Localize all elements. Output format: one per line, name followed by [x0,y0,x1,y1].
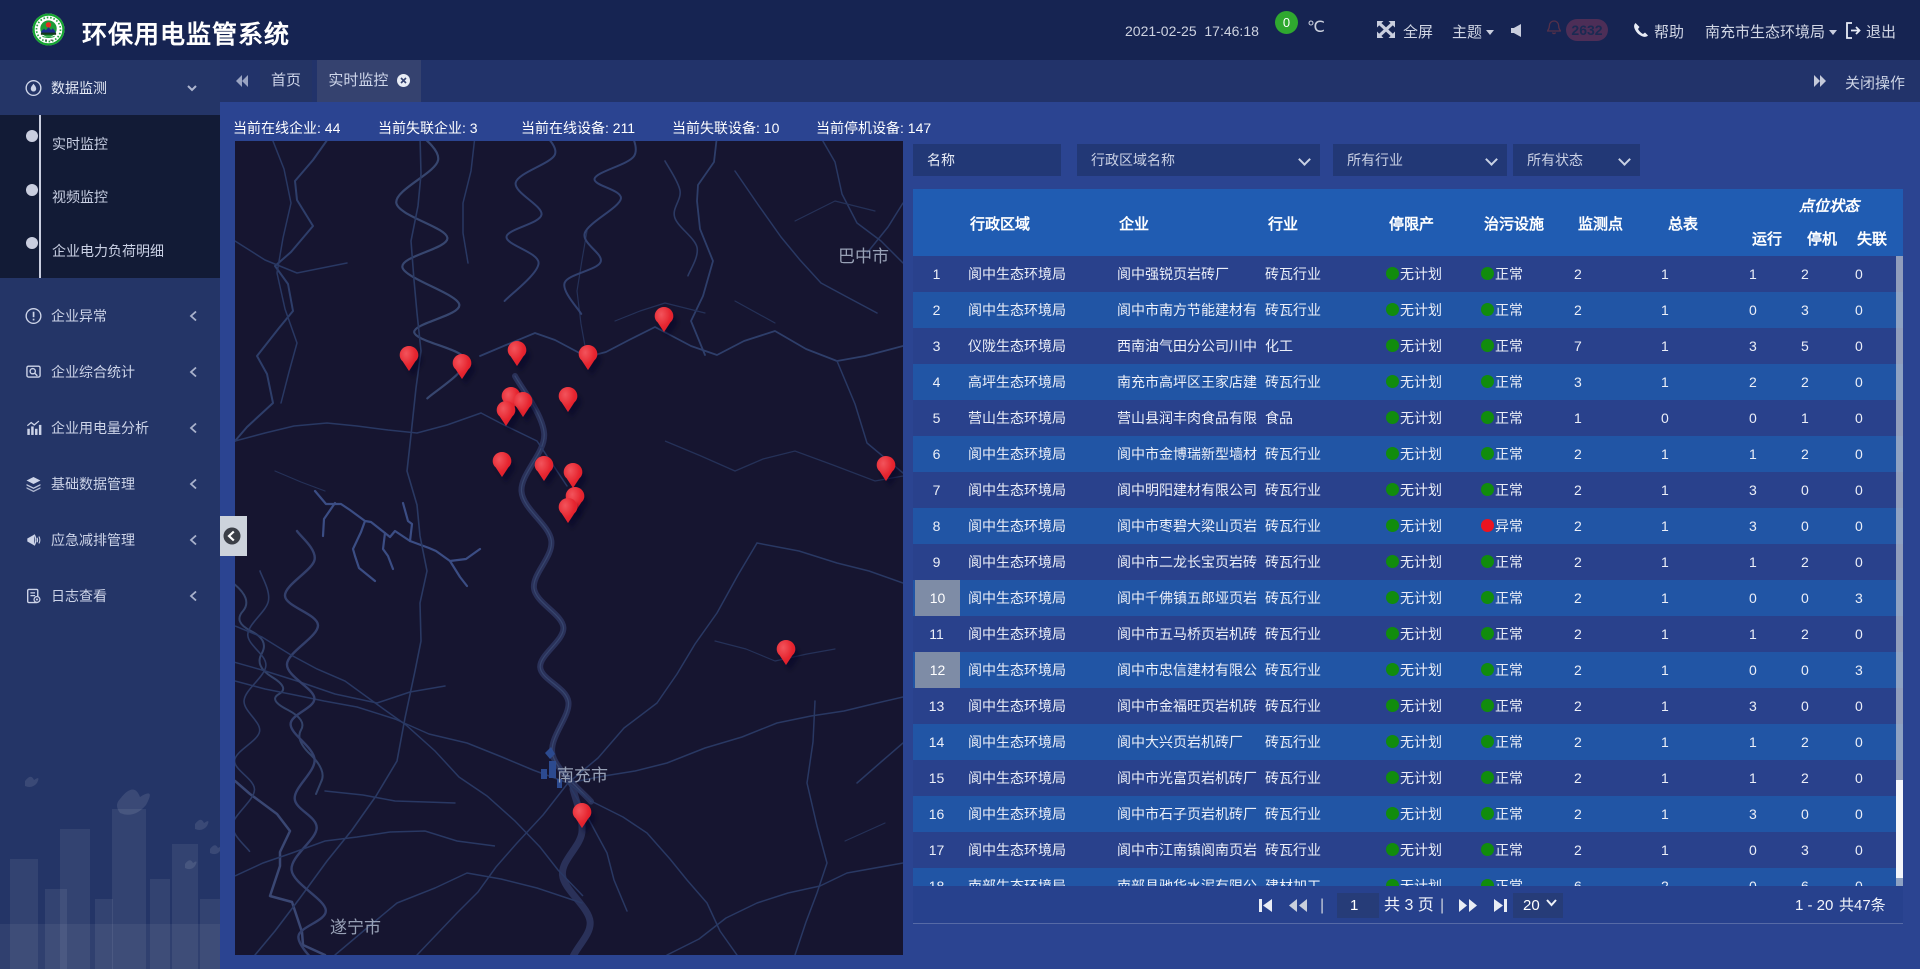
svg-text:南充市: 南充市 [557,766,608,785]
svg-text:巴中市: 巴中市 [838,247,889,266]
svg-text:遂宁市: 遂宁市 [330,918,381,937]
